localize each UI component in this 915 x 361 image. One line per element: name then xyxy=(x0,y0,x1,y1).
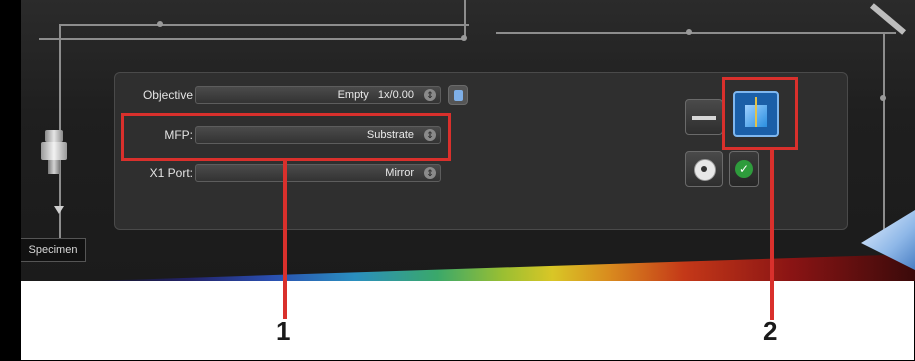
specimen-label: Specimen xyxy=(28,244,78,256)
path-line-right xyxy=(496,32,896,34)
path-line-upper xyxy=(39,38,464,40)
screenshot-frame: Specimen Objective Empty 1x/0.00 ⇕ MFP: … xyxy=(0,0,915,361)
callout-line-1 xyxy=(283,161,287,319)
stepper-arrows-icon: ⇕ xyxy=(424,89,436,101)
path-line-vertical-top xyxy=(464,0,466,40)
mirror-icon xyxy=(869,3,907,35)
reel-icon[interactable] xyxy=(685,151,723,187)
spectrum-band xyxy=(91,254,915,281)
path-line-top xyxy=(59,24,469,26)
callout-line-2 xyxy=(770,150,774,320)
small-sample-icon[interactable] xyxy=(448,85,468,105)
path-line-right-vertical xyxy=(883,32,885,232)
dash-icon[interactable] xyxy=(685,99,723,135)
x1-port-value: Mirror xyxy=(385,167,414,179)
callout-number-2: 2 xyxy=(763,316,778,346)
path-node xyxy=(461,35,467,41)
check-icon[interactable]: ✓ xyxy=(729,151,759,187)
objective-value: Empty 1x/0.00 xyxy=(337,89,414,101)
path-node xyxy=(880,95,886,101)
path-node xyxy=(686,29,692,35)
objective-select[interactable]: Empty 1x/0.00 ⇕ xyxy=(195,86,441,104)
x1-port-label: X1 Port: xyxy=(149,166,193,180)
objective-lens-icon xyxy=(41,130,67,174)
callout-number-1: 1 xyxy=(276,316,291,346)
x1-port-select[interactable]: Mirror ⇕ xyxy=(195,164,441,182)
cube-highlight xyxy=(722,77,798,150)
specimen-tab[interactable]: Specimen xyxy=(21,238,86,262)
path-node xyxy=(157,21,163,27)
mfp-highlight xyxy=(121,113,451,161)
down-arrow-icon xyxy=(54,206,64,214)
objective-label: Objective xyxy=(142,88,193,102)
stepper-arrows-icon: ⇕ xyxy=(424,167,436,179)
